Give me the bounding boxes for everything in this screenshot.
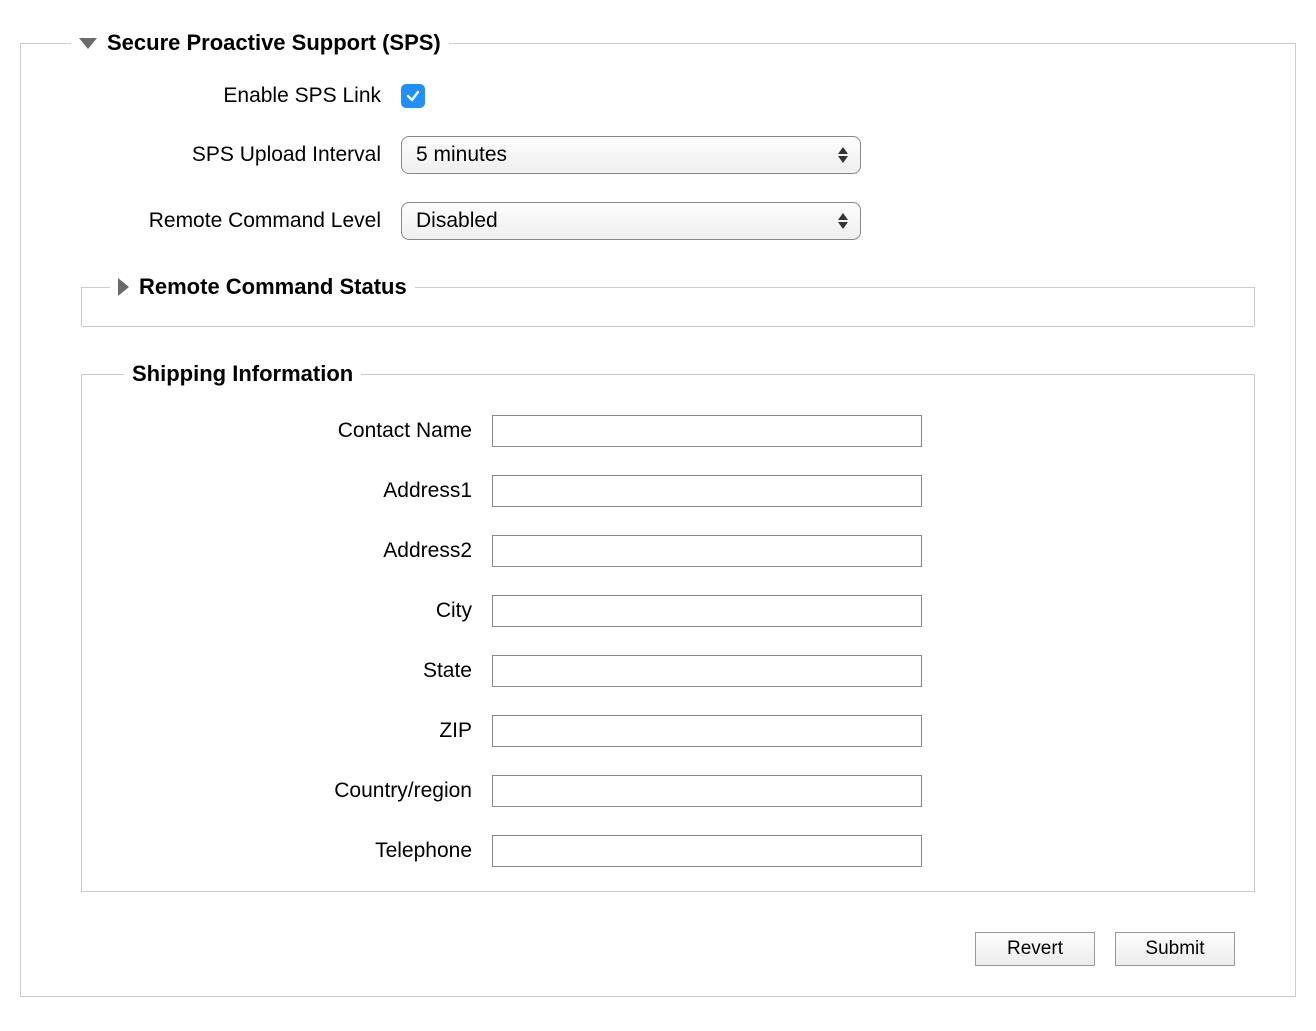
sps-title: Secure Proactive Support (SPS) (107, 30, 441, 56)
revert-button-label: Revert (1007, 938, 1063, 960)
address2-row: Address2 (102, 535, 1234, 567)
enable-sps-checkbox[interactable] (401, 84, 425, 108)
address1-input[interactable] (492, 475, 922, 507)
sps-panel: Secure Proactive Support (SPS) Enable SP… (20, 30, 1296, 997)
remote-cmd-level-label: Remote Command Level (41, 209, 401, 233)
contact-name-input[interactable] (492, 415, 922, 447)
zip-row: ZIP (102, 715, 1234, 747)
address1-row: Address1 (102, 475, 1234, 507)
remote-cmd-status-disclosure-icon[interactable] (118, 278, 129, 296)
country-row: Country/region (102, 775, 1234, 807)
sps-disclosure-icon[interactable] (79, 38, 97, 49)
upload-interval-label: SPS Upload Interval (41, 143, 401, 167)
address1-label: Address1 (102, 479, 492, 503)
enable-sps-row: Enable SPS Link (41, 84, 1275, 108)
contact-name-row: Contact Name (102, 415, 1234, 447)
telephone-label: Telephone (102, 839, 492, 863)
remote-cmd-level-value: Disabled (416, 209, 498, 233)
city-input[interactable] (492, 595, 922, 627)
country-input[interactable] (492, 775, 922, 807)
upload-interval-row: SPS Upload Interval 5 minutes (41, 136, 1275, 174)
select-arrows-icon (838, 147, 848, 163)
upload-interval-select[interactable]: 5 minutes (401, 136, 861, 174)
upload-interval-value: 5 minutes (416, 143, 507, 167)
state-label: State (102, 659, 492, 683)
remote-cmd-level-row: Remote Command Level Disabled (41, 202, 1275, 240)
telephone-row: Telephone (102, 835, 1234, 867)
city-row: City (102, 595, 1234, 627)
action-bar: Revert Submit (41, 932, 1235, 966)
zip-input[interactable] (492, 715, 922, 747)
zip-label: ZIP (102, 719, 492, 743)
remote-cmd-status-title: Remote Command Status (139, 274, 407, 300)
address2-label: Address2 (102, 539, 492, 563)
country-label: Country/region (102, 779, 492, 803)
select-arrows-icon (838, 213, 848, 229)
remote-cmd-status-panel: Remote Command Status (81, 274, 1255, 327)
city-label: City (102, 599, 492, 623)
checkmark-icon (405, 88, 421, 104)
enable-sps-label: Enable SPS Link (41, 84, 401, 108)
state-input[interactable] (492, 655, 922, 687)
shipping-panel: Shipping Information Contact Name Addres… (81, 361, 1255, 892)
submit-button[interactable]: Submit (1115, 932, 1235, 966)
submit-button-label: Submit (1145, 938, 1204, 960)
telephone-input[interactable] (492, 835, 922, 867)
state-row: State (102, 655, 1234, 687)
address2-input[interactable] (492, 535, 922, 567)
revert-button[interactable]: Revert (975, 932, 1095, 966)
shipping-title: Shipping Information (132, 361, 353, 386)
contact-name-label: Contact Name (102, 419, 492, 443)
remote-cmd-level-select[interactable]: Disabled (401, 202, 861, 240)
